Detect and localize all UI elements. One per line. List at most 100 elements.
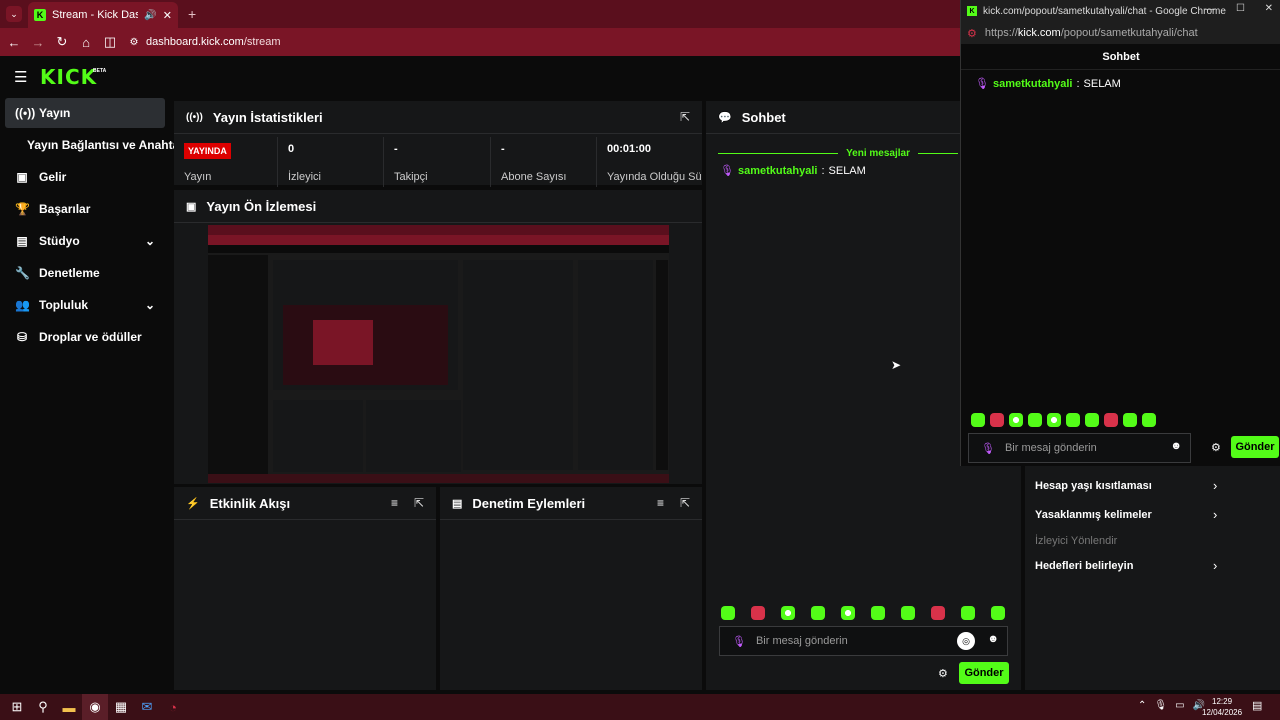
action-label: Hedefleri belirleyin xyxy=(1035,560,1134,572)
tab-search-button[interactable]: ⌄ xyxy=(6,6,22,22)
chat-message: 🎙 sametkutahyali : SELAM xyxy=(720,164,866,178)
popout-send-button[interactable]: Gönder xyxy=(1231,436,1279,458)
emoji-icon[interactable]: ☻ xyxy=(987,633,999,645)
emote-icon[interactable] xyxy=(1123,413,1137,427)
search-icon[interactable]: ⚲ xyxy=(30,694,56,720)
action-label: Hesap yaşı kısıtlaması xyxy=(1035,480,1152,492)
emote-icon[interactable] xyxy=(971,413,985,427)
emote-icon[interactable] xyxy=(931,606,945,620)
obs-icon[interactable]: ◔ xyxy=(160,694,186,720)
emote-icon[interactable] xyxy=(751,606,765,620)
action-set-goals[interactable]: Hedefleri belirleyin xyxy=(1035,560,1133,572)
emote-icon[interactable] xyxy=(1104,413,1118,427)
chat-settings-icon[interactable]: ⚙ xyxy=(1211,441,1221,454)
emote-icon[interactable] xyxy=(1066,413,1080,427)
emote-icon[interactable] xyxy=(1142,413,1156,427)
file-explorer-icon[interactable]: ▬ xyxy=(56,694,82,720)
chat-username[interactable]: sametkutahyali xyxy=(738,165,817,177)
emote-icon[interactable] xyxy=(721,606,735,620)
cursor-target-icon[interactable]: ◎ xyxy=(957,632,975,650)
split-view-icon[interactable]: ◫ xyxy=(98,30,122,54)
sidebar-item-gelir[interactable]: ▣ Gelir xyxy=(5,162,165,192)
chat-username[interactable]: sametkutahyali xyxy=(993,78,1072,90)
microphone-icon[interactable]: 🎙 xyxy=(1154,700,1167,711)
back-icon[interactable]: ← xyxy=(2,30,26,54)
chat-settings-icon[interactable]: ⚙ xyxy=(938,667,948,680)
emoji-icon[interactable]: ☻ xyxy=(1170,440,1182,452)
new-tab-button[interactable]: + xyxy=(188,6,196,22)
emote-icon[interactable] xyxy=(1009,413,1023,427)
filter-icon[interactable]: ≡ xyxy=(657,496,664,510)
forward-icon[interactable]: → xyxy=(26,30,50,54)
speaker-icon[interactable]: 🔊 xyxy=(144,10,156,21)
chat-input[interactable]: 🎙 Bir mesaj gönderin ◎ ☻ xyxy=(719,626,1008,656)
sidebar-item-yayin[interactable]: ((•)) Yayın xyxy=(5,98,165,128)
minimize-icon[interactable]: — xyxy=(1205,4,1215,15)
action-banned-words[interactable]: Yasaklanmış kelimeler xyxy=(1035,509,1152,521)
sidebar-item-basarilar[interactable]: 🏆 Başarılar xyxy=(5,194,165,224)
chat-send-button[interactable]: Gönder xyxy=(959,662,1009,684)
action-account-age[interactable]: Hesap yaşı kısıtlaması xyxy=(1035,480,1152,492)
popout-chat-input[interactable]: 🎙 Bir mesaj gönderin ☻ xyxy=(968,433,1191,463)
site-info-icon[interactable]: ⚙ xyxy=(967,27,977,40)
system-tray[interactable]: ⌃ 🎙 ▭ 🔊 xyxy=(1138,700,1205,711)
stream-preview-video[interactable] xyxy=(208,225,669,483)
preview-icon: ▣ xyxy=(186,200,197,213)
menu-icon[interactable]: ☰ xyxy=(14,68,27,86)
filter-icon[interactable]: ≡ xyxy=(391,496,398,510)
windows-start-icon[interactable]: ⊞ xyxy=(4,694,30,720)
emote-icon[interactable] xyxy=(1085,413,1099,427)
network-icon[interactable]: ▭ xyxy=(1175,700,1184,711)
microphone-badge-icon: 🎙 xyxy=(732,635,746,648)
popout-icon[interactable]: ⇱ xyxy=(680,496,690,510)
sidebar-item-stream-key[interactable]: Yayın Bağlantısı ve Anahtarı xyxy=(5,130,187,160)
notifications-icon[interactable]: ▤ xyxy=(1252,699,1262,712)
kick-favicon-icon: K xyxy=(34,9,46,21)
stat-cell-subs: - Abone Sayısı xyxy=(491,137,597,187)
tab-title: Stream - Kick Dashboard xyxy=(52,9,139,21)
browser-tab[interactable]: K Stream - Kick Dashboard 🔊 ✕ xyxy=(28,2,178,28)
channel-actions-panel xyxy=(1025,466,1280,690)
stream-stats-panel: ((•)) Yayın İstatistikleri ⇱ YAYINDA Yay… xyxy=(174,101,702,187)
emote-icon[interactable] xyxy=(841,606,855,620)
emote-icon[interactable] xyxy=(901,606,915,620)
chevron-right-icon[interactable]: › xyxy=(1213,507,1217,522)
emote-icon[interactable] xyxy=(961,606,975,620)
emote-icon[interactable] xyxy=(1028,413,1042,427)
emote-icon[interactable] xyxy=(871,606,885,620)
emote-icon[interactable] xyxy=(991,606,1005,620)
popout-icon[interactable]: ⇱ xyxy=(680,110,690,124)
address-bar[interactable]: dashboard.kick.com /stream xyxy=(146,36,281,48)
maximize-icon[interactable]: ☐ xyxy=(1236,3,1245,14)
chrome-icon[interactable]: ◉ xyxy=(82,694,108,720)
close-tab-icon[interactable]: ✕ xyxy=(163,9,172,22)
store-icon[interactable]: ▦ xyxy=(108,694,134,720)
mail-icon[interactable]: ✉ xyxy=(134,694,160,720)
kick-logo[interactable]: KICK xyxy=(40,65,97,89)
sidebar-item-topluluk[interactable]: 👥 Topluluk ⌄ xyxy=(5,290,165,320)
drops-icon: ⛁ xyxy=(16,330,28,344)
clock[interactable]: 12:29 12/04/2026 xyxy=(1202,696,1242,718)
microphone-badge-icon: 🎙 xyxy=(975,78,989,90)
emote-icon[interactable] xyxy=(1047,413,1061,427)
sidebar-item-droplar[interactable]: ⛁ Droplar ve ödüller xyxy=(5,322,165,352)
chevron-right-icon[interactable]: › xyxy=(1213,558,1217,573)
emote-icon[interactable] xyxy=(781,606,795,620)
close-window-icon[interactable]: ✕ xyxy=(1265,3,1273,14)
popout-address-bar[interactable]: ⚙ https:// kick.com /popout/sametkutahya… xyxy=(961,22,1280,44)
sidebar-item-denetleme[interactable]: 🔧 Denetleme xyxy=(5,258,165,288)
emote-icon[interactable] xyxy=(990,413,1004,427)
home-icon[interactable]: ⌂ xyxy=(74,30,98,54)
stat-value: 00:01:00 xyxy=(607,143,652,155)
popout-icon[interactable]: ⇱ xyxy=(414,496,424,510)
emote-icon[interactable] xyxy=(811,606,825,620)
action-label: Yasaklanmış kelimeler xyxy=(1035,509,1152,521)
chevron-right-icon[interactable]: › xyxy=(1213,478,1217,493)
site-info-icon[interactable]: ⚙ xyxy=(122,30,146,54)
sidebar-item-studyo[interactable]: ▤ Stüdyo ⌄ xyxy=(5,226,165,256)
url-domain: dashboard.kick.com xyxy=(146,36,244,48)
activity-title: Etkinlik Akışı xyxy=(209,495,291,511)
chevron-up-icon[interactable]: ⌃ xyxy=(1138,700,1146,711)
reload-icon[interactable]: ↻ xyxy=(50,30,74,54)
chat-input-placeholder: Bir mesaj gönderin xyxy=(755,635,848,647)
